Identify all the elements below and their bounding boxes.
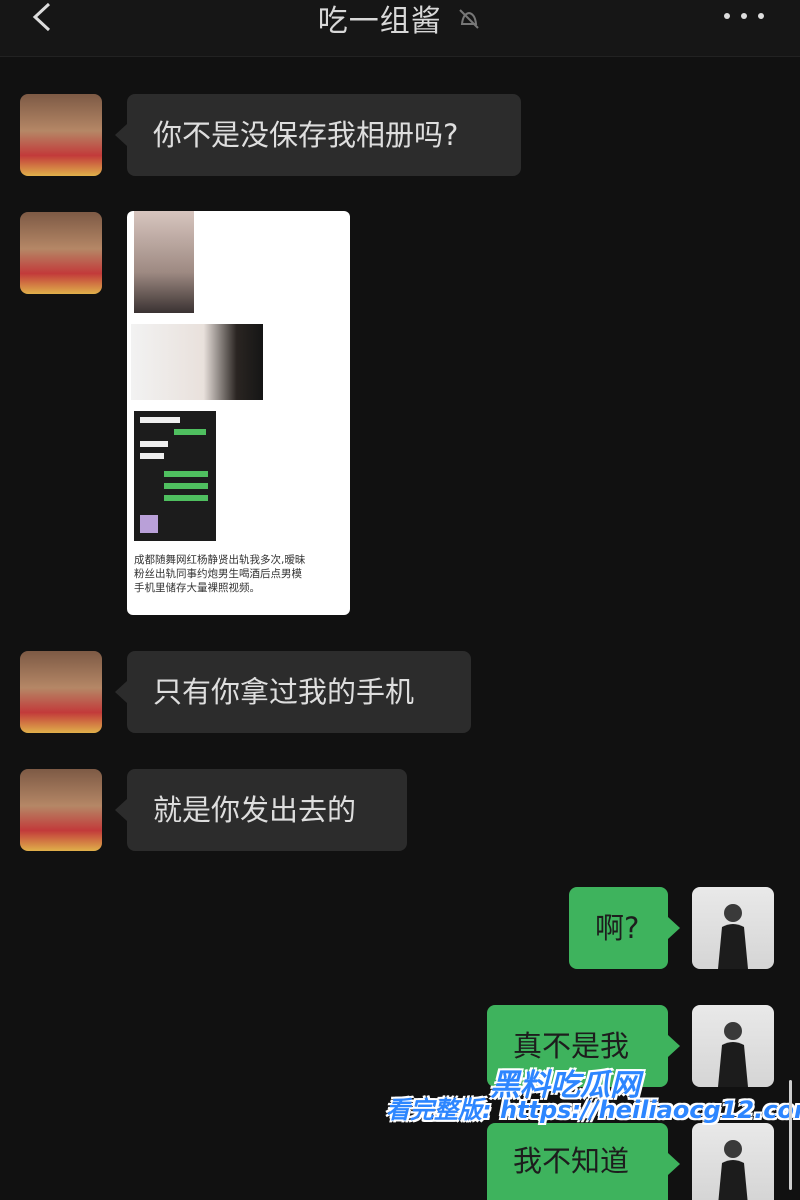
more-dots-icon bbox=[724, 13, 730, 19]
message-image[interactable]: 成都随舞网红杨静贤出轨我多次,暧昧粉丝出轨同事约炮男生喝酒后点男模手机里储存大量… bbox=[127, 211, 350, 615]
scrollbar[interactable] bbox=[789, 1080, 792, 1190]
avatar-self[interactable] bbox=[692, 1123, 774, 1200]
message-text: 只有你拿过我的手机 bbox=[153, 674, 415, 709]
message-bubble-left[interactable]: 只有你拿过我的手机 bbox=[115, 651, 471, 733]
avatar-cat[interactable] bbox=[20, 651, 102, 733]
message-text: 就是你发出去的 bbox=[153, 792, 357, 827]
image-thumbnail-photo bbox=[131, 324, 263, 400]
image-thumbnail-photo bbox=[134, 211, 194, 313]
avatar-self[interactable] bbox=[692, 1005, 774, 1087]
message-bubble-left[interactable]: 你不是没保存我相册吗? bbox=[115, 94, 521, 176]
avatar-self[interactable] bbox=[692, 887, 774, 969]
message-text: 我不知道 bbox=[513, 1144, 630, 1178]
more-button[interactable] bbox=[724, 6, 764, 26]
image-caption: 成都随舞网红杨静贤出轨我多次,暧昧粉丝出轨同事约炮男生喝酒后点男模手机里储存大量… bbox=[134, 553, 308, 595]
image-thumbnail-chat bbox=[134, 411, 216, 541]
avatar-cat[interactable] bbox=[20, 212, 102, 294]
bell-off-icon bbox=[456, 5, 482, 40]
message-bubble-left[interactable]: 就是你发出去的 bbox=[115, 769, 407, 851]
top-bar: 吃一组酱 bbox=[0, 0, 800, 57]
chat-title: 吃一组酱 bbox=[317, 4, 442, 39]
message-text: 你不是没保存我相册吗? bbox=[153, 117, 459, 152]
message-bubble-right[interactable]: 我不知道 bbox=[487, 1123, 680, 1200]
message-bubble-right[interactable]: 啊? bbox=[569, 887, 680, 969]
avatar-cat[interactable] bbox=[20, 94, 102, 176]
avatar-cat[interactable] bbox=[20, 769, 102, 851]
message-text: 真不是我 bbox=[513, 1028, 630, 1063]
message-text: 啊? bbox=[595, 910, 640, 945]
watermark-url: 看完整版: https://heiliaocg12.com bbox=[386, 1096, 800, 1124]
